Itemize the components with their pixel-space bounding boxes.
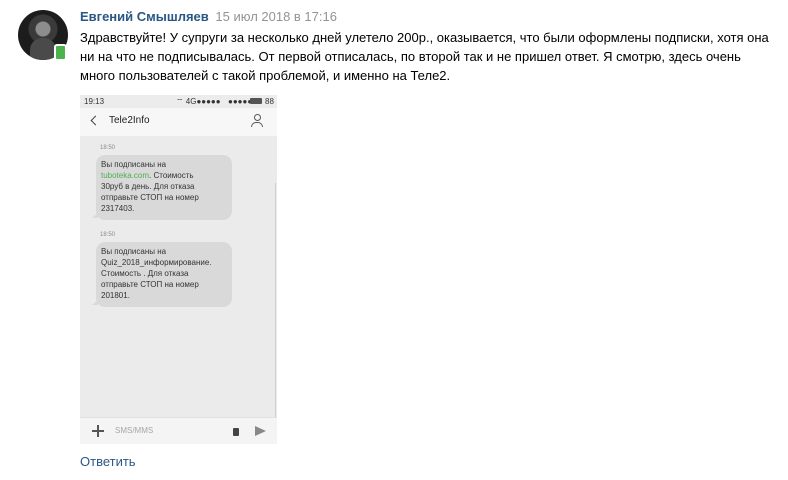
signal-bars-icon: ●●●●● (196, 97, 221, 106)
send-icon (255, 426, 266, 436)
message-text: Вы подписаны на tuboteka.com. Стоимость … (101, 160, 199, 213)
phone-status-bar: 19:13 ⌔ 4G●●●●● ●●●●● 88 (80, 95, 277, 108)
contact-name: Tele2Info (109, 115, 150, 126)
wifi-icon: ⌔ (176, 97, 184, 106)
attached-screenshot[interactable]: 19:13 ⌔ 4G●●●●● ●●●●● 88 Tele2Info 18:50… (80, 95, 277, 444)
message-bubble: Вы подписаны на tuboteka.com. Стоимость … (92, 155, 232, 220)
message-time: 18:50 (100, 232, 116, 238)
network-type: 4G (185, 97, 197, 106)
signal-bars-2-icon: ●●●●● (228, 97, 253, 106)
comment-date[interactable]: 15 июл 2018 в 17:16 (215, 9, 337, 24)
battery-icon (250, 98, 262, 104)
battery-level: 88 (265, 97, 274, 106)
reply-button[interactable]: Ответить (80, 453, 136, 471)
scrollbar (275, 183, 276, 444)
comment-text: Здравствуйте! У супруги за несколько дне… (80, 30, 769, 83)
message-list: 18:50 Вы подписаны на tuboteka.com. Стои… (80, 136, 277, 444)
status-time: 19:13 (84, 97, 105, 106)
conversation-header: Tele2Info (80, 108, 277, 136)
message-text: Вы подписаны на Quiz_2018_информирование… (101, 247, 212, 300)
sim-card-icon (233, 428, 239, 436)
signal-indicator: ⌔ 4G●●●●● (176, 95, 221, 108)
author-name[interactable]: Евгений Смышляев (80, 9, 209, 24)
comment-header: Евгений Смышляев 15 июл 2018 в 17:16 (80, 8, 337, 26)
message-bubble: Вы подписаны на Quiz_2018_информирование… (92, 242, 232, 307)
message-time: 18:50 (100, 145, 116, 151)
message-composer: SMS/MMS (80, 417, 277, 444)
contact-icon (251, 114, 263, 128)
sms-input: SMS/MMS (115, 426, 154, 435)
message-link: tuboteka.com (101, 171, 150, 180)
mobile-online-icon (54, 44, 67, 61)
back-arrow-icon (90, 115, 101, 126)
plus-icon (92, 425, 104, 437)
